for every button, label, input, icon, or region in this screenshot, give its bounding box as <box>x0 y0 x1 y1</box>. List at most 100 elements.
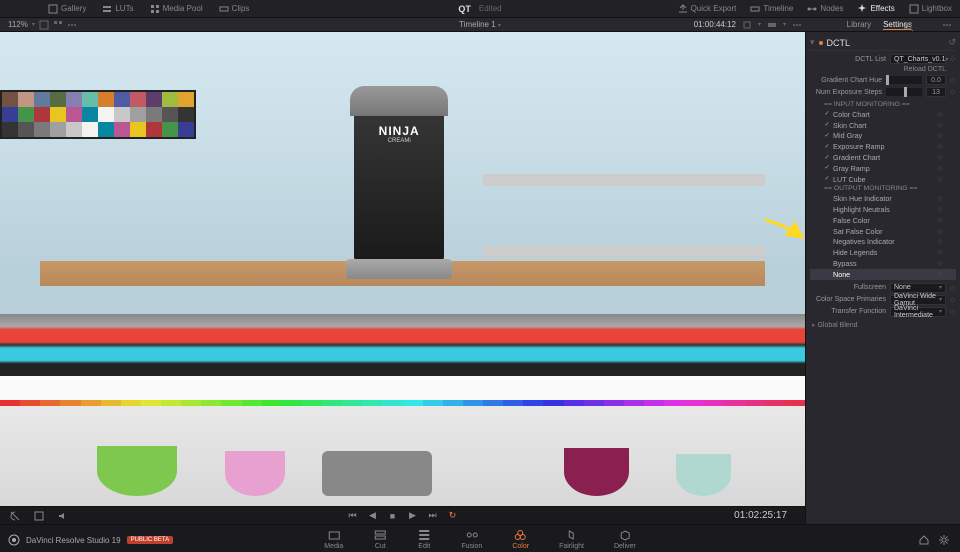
colorspace-dropdown[interactable]: DaVinci Wide Gamut▾ <box>890 295 946 305</box>
keyframe-icon[interactable]: ◇ <box>937 111 942 118</box>
clips-tab[interactable]: Clips <box>219 4 250 14</box>
zoom-level[interactable]: 112% <box>8 20 28 29</box>
monitor-item[interactable]: Sat False Color◇ <box>810 226 956 237</box>
effects-tab[interactable]: Effects <box>857 4 894 14</box>
effect-title[interactable]: ▾DCTL ↺ <box>810 35 956 51</box>
panel-more-icon[interactable] <box>942 20 952 30</box>
timeline-tab[interactable]: Timeline <box>750 4 793 14</box>
monitor-item[interactable]: Highlight Neutrals◇ <box>810 204 956 215</box>
keyframe-icon[interactable]: ◇ <box>950 76 956 84</box>
monitor-item[interactable]: ✓Color Chart◇ <box>810 109 956 120</box>
monitor-item[interactable]: ✓Exposure Ramp◇ <box>810 141 956 152</box>
monitor-item[interactable]: ✓Gray Ramp◇ <box>810 163 956 174</box>
checkbox-icon[interactable] <box>824 250 830 256</box>
page-fusion[interactable]: Fusion <box>455 526 488 552</box>
gallery-tab[interactable]: Gallery <box>48 4 86 14</box>
monitor-item[interactable]: None◇ <box>810 269 956 280</box>
viewer-mode-icon[interactable] <box>767 20 777 30</box>
viewer-image[interactable]: NINJA CREAMi <box>0 32 805 506</box>
keyframe-icon[interactable]: ◇ <box>937 260 942 267</box>
checkbox-icon[interactable]: ✓ <box>824 176 830 182</box>
library-tab[interactable]: Library <box>847 20 871 30</box>
prev-clip-button[interactable]: ⏮ <box>346 510 360 522</box>
monitor-item[interactable]: ✓LUT Cube◇ <box>810 174 956 185</box>
checkbox-icon[interactable] <box>824 239 830 245</box>
checkbox-icon[interactable]: ✓ <box>824 133 830 139</box>
nodes-tab[interactable]: Nodes <box>807 4 843 14</box>
keyframe-icon[interactable]: ◇ <box>950 88 956 96</box>
keyframe-icon[interactable]: ◇ <box>937 132 942 139</box>
exposure-slider[interactable] <box>886 88 922 96</box>
keyframe-icon[interactable]: ◇ <box>937 143 942 150</box>
exposure-value[interactable]: 13 <box>926 87 946 97</box>
quickexport-button[interactable]: Quick Export <box>678 4 737 14</box>
checkbox-icon[interactable] <box>824 228 830 234</box>
gradient-strip <box>0 314 805 376</box>
checkbox-icon[interactable]: ✓ <box>824 165 830 171</box>
mediapool-tab[interactable]: Media Pool <box>150 4 203 14</box>
monitor-item[interactable]: ✓Mid Gray◇ <box>810 131 956 142</box>
expand-icon[interactable] <box>39 20 49 30</box>
checkbox-icon[interactable]: ✓ <box>824 122 830 128</box>
lightbox-tab[interactable]: Lightbox <box>909 4 952 14</box>
keyframe-icon[interactable]: ◇ <box>937 122 942 129</box>
dctl-list-dropdown[interactable]: QT_Charts_v0.1▾ <box>890 54 946 64</box>
play-button[interactable]: ▶ <box>406 510 420 522</box>
more-icon[interactable] <box>792 20 802 30</box>
checkbox-icon[interactable] <box>824 271 830 277</box>
page-color[interactable]: Color <box>506 526 535 552</box>
chart-hue-value[interactable]: 0.0 <box>926 75 946 85</box>
checkbox-icon[interactable]: ✓ <box>824 111 830 117</box>
checkbox-icon[interactable]: ✓ <box>824 144 830 150</box>
monitor-item[interactable]: Negatives Indicator◇ <box>810 237 956 248</box>
page-cut[interactable]: Cut <box>367 526 393 552</box>
page-media[interactable]: Media <box>318 526 349 552</box>
page-fairlight[interactable]: Fairlight <box>553 526 590 552</box>
keyframe-icon[interactable]: ◇ <box>937 217 942 224</box>
checkbox-icon[interactable] <box>824 261 830 267</box>
timeline-name[interactable]: Timeline 1 <box>459 20 496 29</box>
keyframe-icon[interactable]: ◇ <box>937 165 942 172</box>
monitor-item[interactable]: Hide Legends◇ <box>810 247 956 258</box>
keyframe-icon[interactable]: ◇ <box>937 271 942 278</box>
luts-tab[interactable]: LUTs <box>102 4 133 14</box>
keyframe-icon[interactable]: ◇ <box>937 206 942 213</box>
global-blend-section[interactable]: ▸ Global Blend <box>810 318 956 332</box>
monitor-item[interactable]: ✓Gradient Chart◇ <box>810 152 956 163</box>
checkbox-icon[interactable]: ✓ <box>824 155 830 161</box>
checkbox-icon[interactable] <box>824 217 830 223</box>
transfer-function-dropdown[interactable]: DaVinci Intermediate▾ <box>890 307 946 317</box>
keyframe-icon[interactable]: ◇ <box>937 238 942 245</box>
home-icon[interactable] <box>918 534 930 546</box>
stop-button[interactable]: ■ <box>386 510 400 522</box>
keyframe-icon[interactable]: ◇ <box>937 249 942 256</box>
chart-hue-slider[interactable] <box>886 76 922 84</box>
bypass-grade-icon[interactable] <box>8 510 22 522</box>
loop-button[interactable]: ↻ <box>446 510 460 522</box>
render-cache-icon[interactable] <box>742 20 752 30</box>
monitor-item[interactable]: ✓Skin Chart◇ <box>810 120 956 131</box>
step-back-button[interactable]: ◀ <box>366 510 380 522</box>
search-icon[interactable] <box>904 22 914 32</box>
fullscreen-dropdown[interactable]: None▾ <box>890 283 946 293</box>
keyframe-icon[interactable]: ◇ <box>937 195 942 202</box>
reset-icon[interactable]: ↺ <box>948 37 956 48</box>
reload-dctl-button[interactable]: Reload DCTL <box>904 66 946 73</box>
keyframe-icon[interactable]: ◇ <box>937 176 942 183</box>
keyframe-icon[interactable]: ◇ <box>937 228 942 235</box>
gear-icon[interactable] <box>938 534 950 546</box>
page-edit[interactable]: Edit <box>411 526 437 552</box>
options-icon[interactable] <box>67 20 77 30</box>
checkbox-icon[interactable] <box>824 196 830 202</box>
monitor-item[interactable]: Skin Hue Indicator◇ <box>810 193 956 204</box>
keyframe-icon[interactable]: ◇ <box>937 154 942 161</box>
next-clip-button[interactable]: ⏭ <box>426 510 440 522</box>
page-deliver[interactable]: Deliver <box>608 526 642 552</box>
grid-icon[interactable] <box>53 20 63 30</box>
monitor-item[interactable]: Bypass◇ <box>810 258 956 269</box>
highlight-icon[interactable] <box>32 510 46 522</box>
monitor-item[interactable]: False Color◇ <box>810 215 956 226</box>
keyframe-icon[interactable]: ◇ <box>950 55 956 63</box>
audio-icon[interactable] <box>56 510 70 522</box>
checkbox-icon[interactable] <box>824 207 830 213</box>
